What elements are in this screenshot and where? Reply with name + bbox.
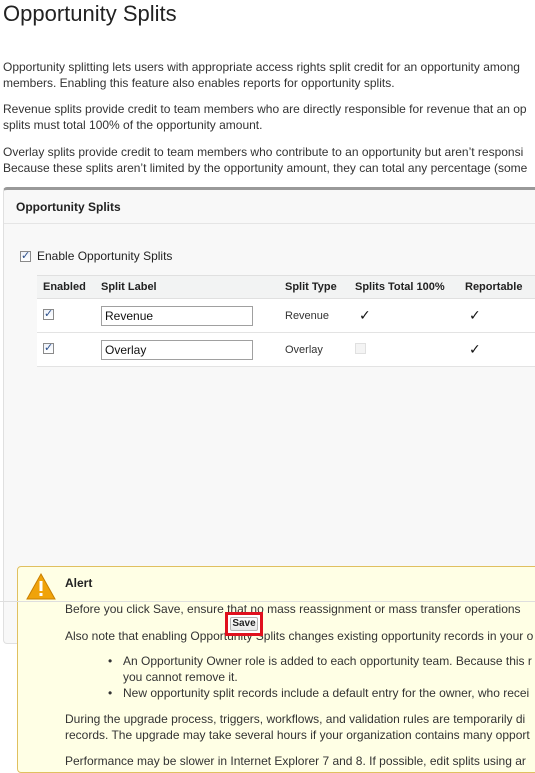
alert-paragraph: During the upgrade process, triggers, wo… xyxy=(65,711,530,743)
footer-divider xyxy=(0,601,535,602)
enable-splits-checkbox[interactable] xyxy=(20,249,31,262)
bullet-line: New opportunity split records include a … xyxy=(123,686,530,700)
intro-line: members. Enabling this feature also enab… xyxy=(3,76,395,90)
alert-box: Alert Before you click Save, ensure that… xyxy=(17,566,535,773)
panel-divider xyxy=(4,223,535,224)
splits-total-checkbox-disabled xyxy=(355,342,366,354)
bullet-line: An Opportunity Owner role is added to ea… xyxy=(123,654,532,668)
split-type-text: Overlay xyxy=(279,332,349,367)
table-header-row: Enabled Split Label Split Type Splits To… xyxy=(37,275,535,299)
intro-line: Opportunity splitting lets users with ap… xyxy=(3,60,520,74)
list-item: New opportunity split records include a … xyxy=(108,685,532,701)
splits-total-check: ✓ xyxy=(359,307,371,323)
page-title: Opportunity Splits xyxy=(3,1,177,26)
intro-line: Because these splits aren’t limited by t… xyxy=(3,161,528,175)
panel-header: Opportunity Splits xyxy=(16,200,121,214)
split-label-input[interactable] xyxy=(101,339,253,360)
column-header-splits-total: Splits Total 100% xyxy=(349,275,459,299)
column-header-split-label: Split Label xyxy=(95,275,279,299)
reportable-check: ✓ xyxy=(469,307,481,323)
table-row: Revenue ✓ ✓ xyxy=(37,298,535,333)
enable-splits-row: Enable Opportunity Splits xyxy=(20,249,172,263)
alert-bullet-list: An Opportunity Owner role is added to ea… xyxy=(108,653,532,701)
alert-line: records. The upgrade may take several ho… xyxy=(65,728,530,742)
column-header-reportable: Reportable xyxy=(459,275,535,299)
intro-paragraph-splitting: Opportunity splitting lets users with ap… xyxy=(3,59,535,91)
table-row: Overlay ✓ xyxy=(37,332,535,367)
intro-paragraph-revenue: Revenue splits provide credit to team me… xyxy=(3,101,535,133)
intro-line: Revenue splits provide credit to team me… xyxy=(3,102,527,116)
split-label-input[interactable] xyxy=(101,305,253,326)
opportunity-splits-panel: Opportunity Splits Enable Opportunity Sp… xyxy=(3,187,535,773)
alert-paragraph: Also note that enabling Opportunity Spli… xyxy=(65,629,534,643)
enable-splits-label: Enable Opportunity Splits xyxy=(37,249,173,263)
alert-title: Alert xyxy=(65,576,93,590)
reportable-check: ✓ xyxy=(469,341,481,357)
column-header-split-type: Split Type xyxy=(279,275,349,299)
column-header-enabled: Enabled xyxy=(37,275,95,299)
row-enabled-checkbox[interactable] xyxy=(43,341,54,354)
alert-paragraph: Before you click Save, ensure that no ma… xyxy=(65,602,521,616)
list-item: An Opportunity Owner role is added to ea… xyxy=(108,653,532,685)
intro-line: Overlay splits provide credit to team me… xyxy=(3,145,524,159)
intro-line: splits must total 100% of the opportunit… xyxy=(3,118,263,132)
intro-paragraph-overlay: Overlay splits provide credit to team me… xyxy=(3,144,535,176)
alert-line: During the upgrade process, triggers, wo… xyxy=(65,712,526,726)
alert-paragraph: Performance may be slower in Internet Ex… xyxy=(65,754,526,768)
row-enabled-checkbox[interactable] xyxy=(43,307,54,320)
bullet-line: you cannot remove it. xyxy=(123,670,238,684)
splits-table: Enabled Split Label Split Type Splits To… xyxy=(37,275,535,367)
split-type-text: Revenue xyxy=(279,298,349,333)
warning-icon xyxy=(26,573,56,600)
save-button[interactable]: Save xyxy=(230,617,258,631)
